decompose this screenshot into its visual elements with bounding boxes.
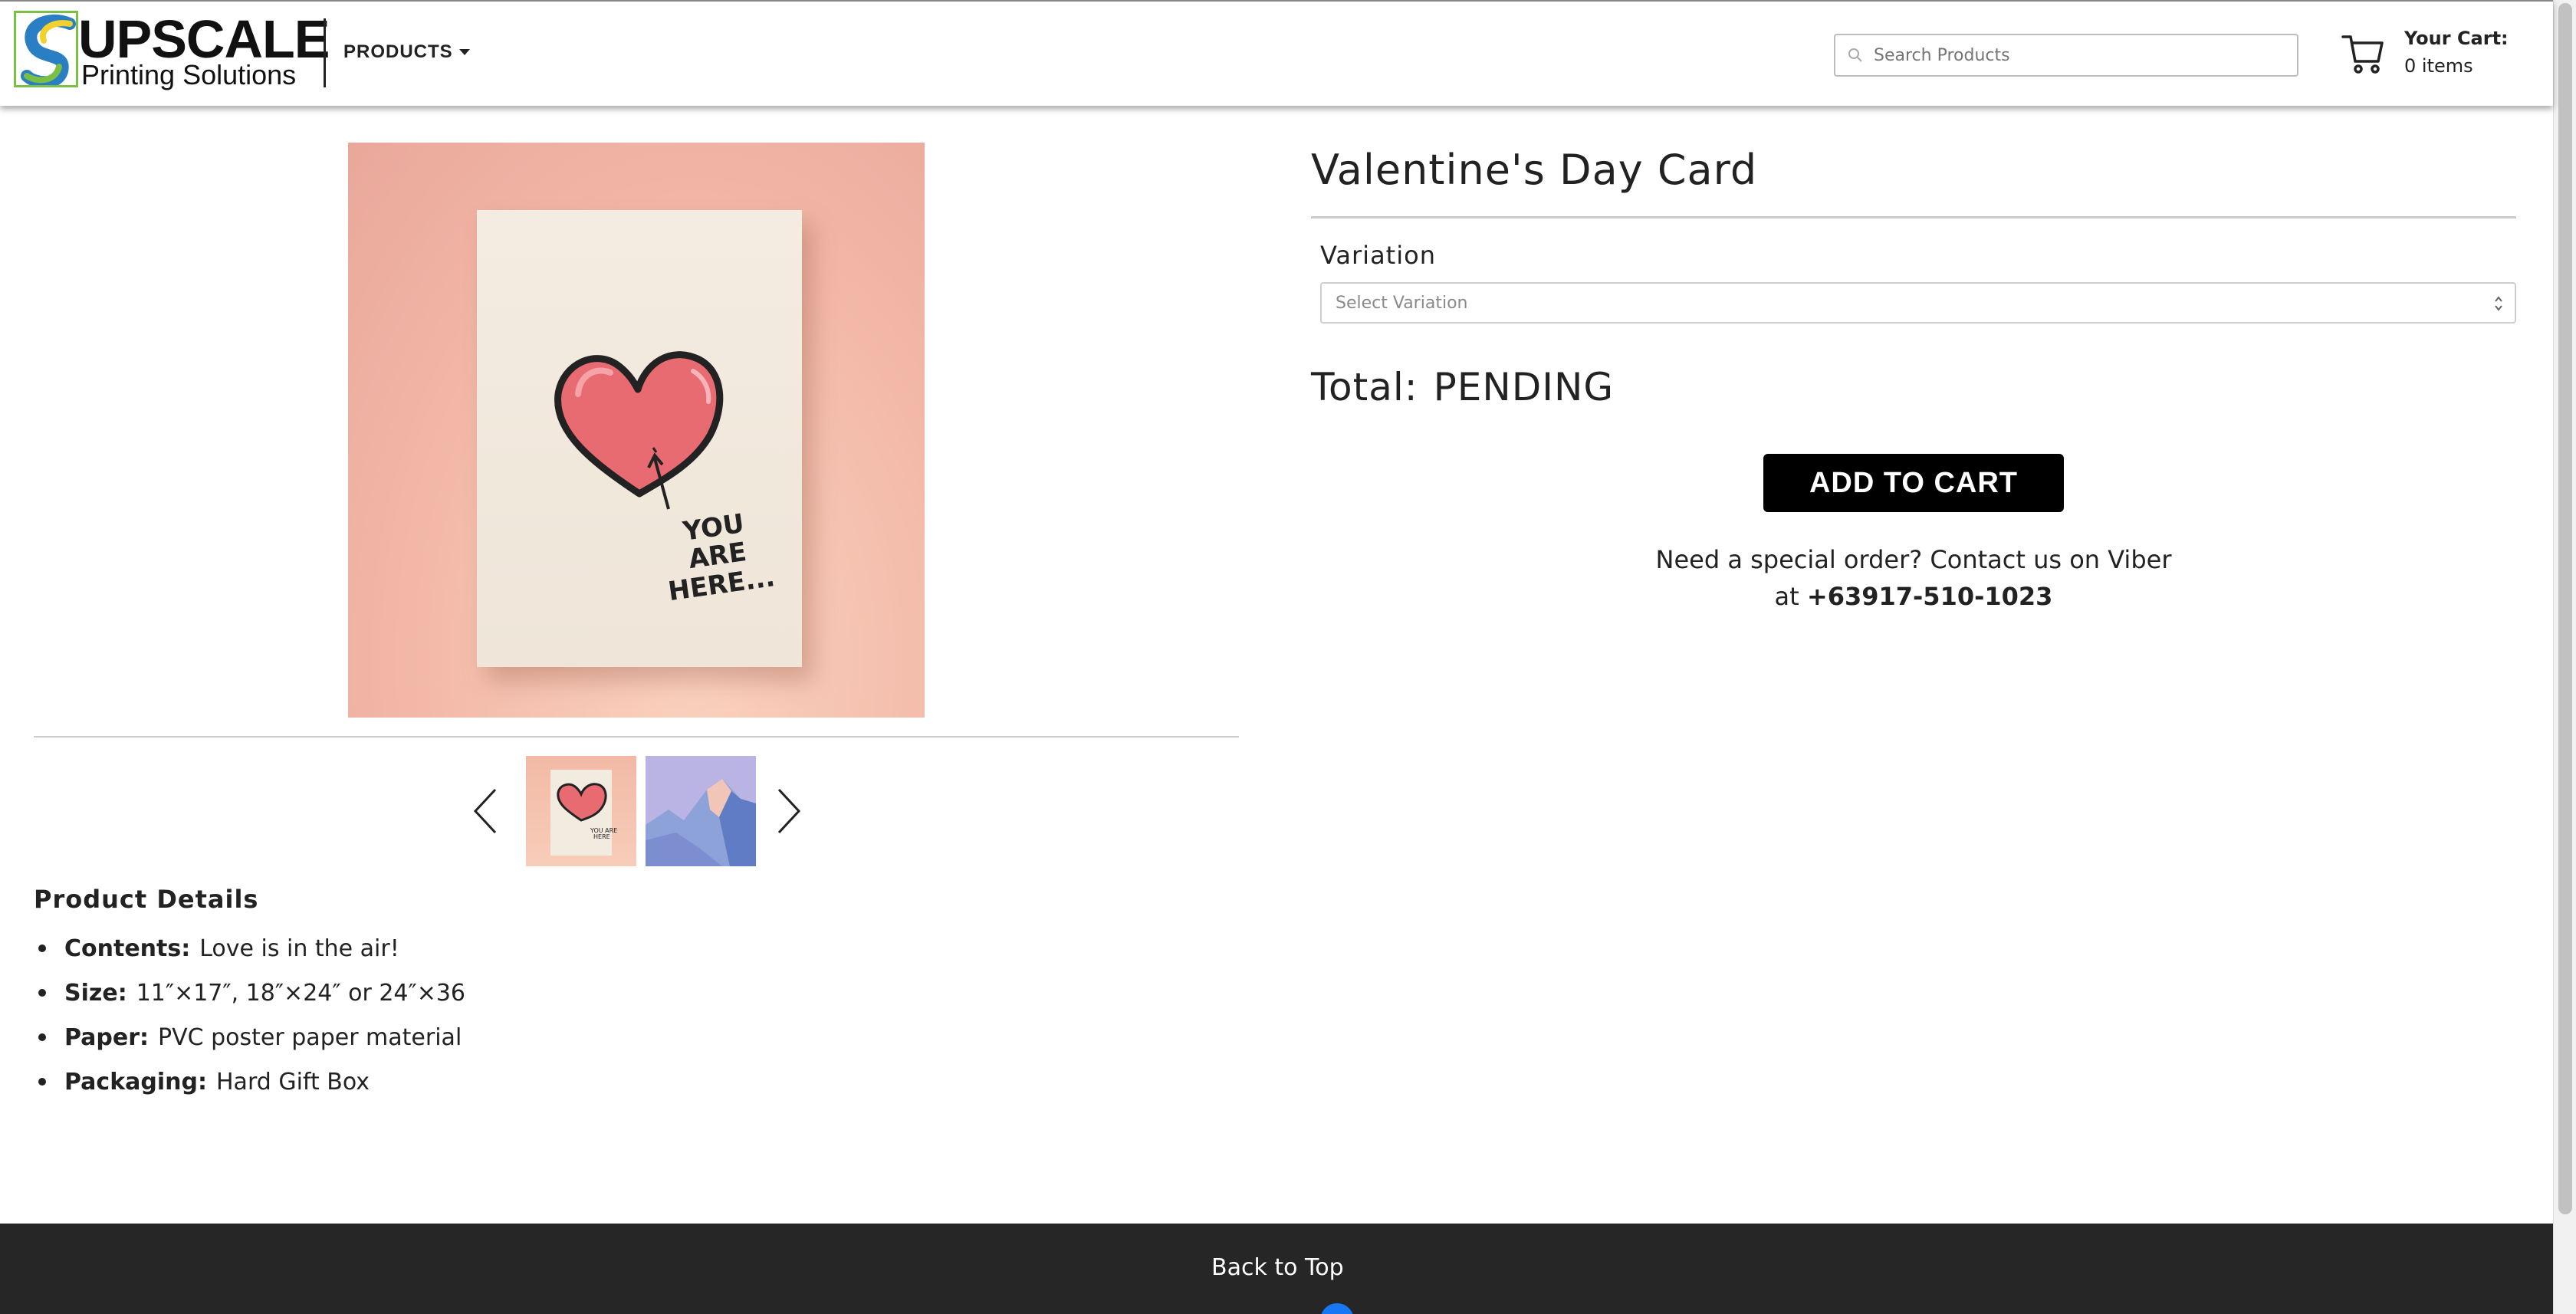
detail-key: Packaging: bbox=[64, 1068, 207, 1096]
previous-arrow-icon[interactable] bbox=[469, 787, 503, 836]
select-arrows-icon bbox=[2495, 296, 2502, 311]
search-icon bbox=[1848, 48, 1862, 62]
detail-item-contents: Contents: Love is in the air! bbox=[34, 926, 465, 971]
detail-key: Contents: bbox=[64, 935, 191, 962]
facebook-icon[interactable] bbox=[1320, 1303, 1354, 1314]
bullet-icon bbox=[38, 1078, 46, 1086]
special-order-at: at bbox=[1774, 582, 1799, 611]
logo-title: UPSCALE bbox=[78, 9, 330, 69]
product-details-heading: Product Details bbox=[34, 885, 259, 914]
cart-label[interactable]: Your Cart: bbox=[2404, 28, 2509, 49]
bullet-icon bbox=[38, 1033, 46, 1041]
product-details-list: Contents: Love is in the air! Size: 11″×… bbox=[34, 926, 465, 1104]
special-order-note: Need a special order? Contact us on Vibe… bbox=[1587, 541, 2240, 615]
detail-value: Hard Gift Box bbox=[216, 1068, 370, 1096]
card-text: YOU ARE HERE... bbox=[666, 508, 777, 607]
card-image: YOU ARE HERE... bbox=[477, 210, 802, 667]
variation-select[interactable]: Select Variation bbox=[1320, 282, 2516, 324]
detail-item-size: Size: 11″×17″, 18″×24″ or 24″×36 bbox=[34, 971, 465, 1015]
detail-key: Paper: bbox=[64, 1023, 150, 1051]
thumbnail-mountain[interactable] bbox=[646, 756, 756, 866]
add-to-cart-button[interactable]: ADD TO CART bbox=[1763, 454, 2064, 512]
search-box[interactable] bbox=[1834, 34, 2298, 77]
scrollbar-thumb[interactable] bbox=[2558, 3, 2572, 1214]
detail-value: 11″×17″, 18″×24″ or 24″×36 bbox=[136, 979, 466, 1007]
detail-item-packaging: Packaging: Hard Gift Box bbox=[34, 1059, 465, 1104]
page-scrollbar[interactable] bbox=[2553, 0, 2576, 1314]
detail-value: PVC poster paper material bbox=[158, 1023, 462, 1051]
bullet-icon bbox=[38, 944, 46, 952]
detail-item-paper: Paper: PVC poster paper material bbox=[34, 1015, 465, 1059]
cart-count[interactable]: 0 items bbox=[2404, 55, 2473, 77]
special-order-line1: Need a special order? Contact us on Vibe… bbox=[1655, 545, 2172, 574]
products-menu-label: PRODUCTS bbox=[343, 41, 453, 62]
next-arrow-icon[interactable] bbox=[771, 787, 805, 836]
svg-text:HERE: HERE bbox=[593, 833, 610, 840]
variation-label: Variation bbox=[1320, 241, 1436, 270]
products-menu-button[interactable]: PRODUCTS bbox=[343, 41, 470, 63]
search-input[interactable] bbox=[1874, 45, 2288, 65]
thumbnail-valentine-card[interactable]: YOU ARE HERE bbox=[526, 756, 636, 866]
detail-key: Size: bbox=[64, 979, 127, 1007]
caret-down-icon bbox=[458, 49, 470, 55]
site-footer: Back to Top bbox=[0, 1224, 2553, 1314]
logo-subtitle: Printing Solutions bbox=[81, 59, 297, 90]
product-title: Valentine's Day Card bbox=[1311, 146, 1758, 194]
site-logo[interactable]: UPSCALE Printing Solutions bbox=[14, 11, 330, 90]
viber-phone-link[interactable]: +63917-510-1023 bbox=[1807, 582, 2053, 611]
gallery-divider bbox=[34, 736, 1239, 737]
total-price: Total: PENDING bbox=[1311, 365, 1614, 409]
bullet-icon bbox=[38, 989, 46, 997]
total-label: Total: bbox=[1311, 365, 1418, 409]
special-order-line2: at +63917-510-1023 bbox=[1587, 578, 2240, 615]
detail-value: Love is in the air! bbox=[199, 935, 399, 962]
cart-icon[interactable] bbox=[2340, 31, 2386, 77]
logo-mark-icon bbox=[14, 11, 78, 87]
back-to-top-link[interactable]: Back to Top bbox=[1211, 1254, 1344, 1281]
variation-select-value: Select Variation bbox=[1336, 293, 1468, 313]
product-main-image[interactable]: YOU ARE HERE... bbox=[348, 143, 925, 718]
header-divider bbox=[324, 18, 326, 87]
title-divider bbox=[1311, 216, 2516, 218]
site-header: UPSCALE Printing Solutions PRODUCTS Your… bbox=[0, 0, 2553, 106]
total-value: PENDING bbox=[1433, 365, 1615, 409]
heart-icon bbox=[554, 351, 724, 510]
